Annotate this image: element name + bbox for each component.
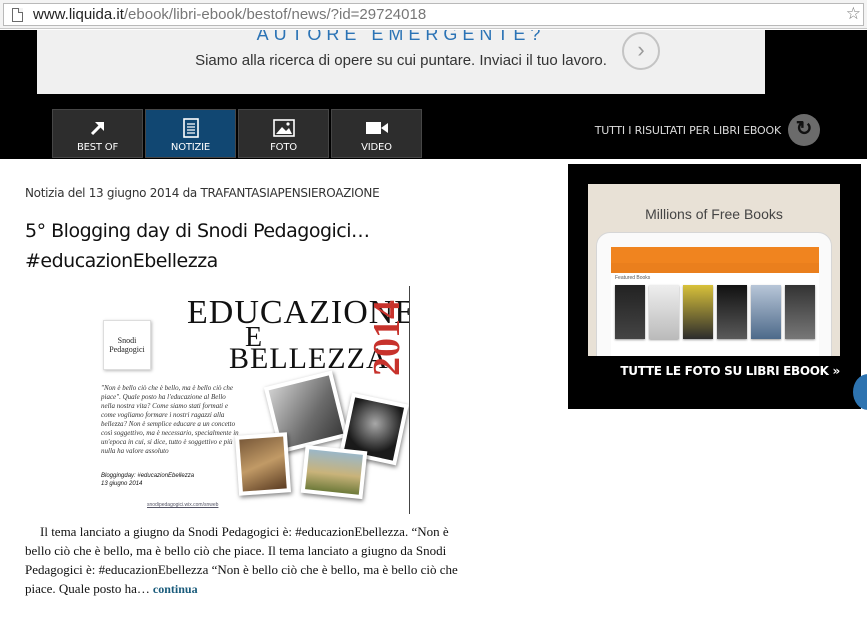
tablet-screen: Featured Books bbox=[611, 247, 819, 356]
article-title[interactable]: 5° Blogging day di Snodi Pedagogici… #ed… bbox=[25, 216, 545, 276]
article-meta: Notizia del 13 giugno 2014 da TRAFANTASI… bbox=[25, 186, 380, 200]
excerpt-text: Il tema lanciato a giugno da Snodi Pedag… bbox=[25, 524, 458, 596]
app-toolbar bbox=[611, 247, 819, 263]
url-host: www.liquida.it bbox=[33, 6, 124, 23]
tab-label: FOTO bbox=[270, 142, 297, 153]
photo-caption: Millions of Free Books bbox=[645, 206, 783, 222]
book-cover bbox=[649, 285, 679, 339]
image-site: snodipedagogici.wix.com/snweb bbox=[147, 502, 219, 508]
article-image[interactable]: EDUCAZIONE E BELLEZZA 2014 Snodi Pedagog… bbox=[97, 286, 410, 514]
url-field[interactable]: www.liquida.it/ebook/libri-ebook/bestof/… bbox=[3, 3, 864, 26]
bookmark-star-icon[interactable]: ☆ bbox=[846, 4, 861, 24]
photo-painting bbox=[234, 432, 292, 496]
page-icon bbox=[12, 8, 23, 22]
app-search-bar bbox=[611, 263, 819, 273]
tab-label: VIDEO bbox=[361, 142, 392, 153]
screen-label: Featured Books bbox=[615, 275, 651, 281]
image-year: 2014 bbox=[366, 300, 408, 376]
tablet-illustration: Featured Books bbox=[596, 232, 832, 356]
image-date: 13 giugno 2014 bbox=[101, 481, 143, 487]
book-cover bbox=[615, 285, 645, 339]
logo-text: Snodi Pedagogici bbox=[109, 336, 145, 354]
video-camera-icon bbox=[332, 118, 421, 138]
url-path: /ebook/libri-ebook/bestof/news/?id=29724… bbox=[123, 6, 427, 23]
tab-best-of[interactable]: BEST OF bbox=[52, 109, 143, 158]
book-cover bbox=[785, 285, 815, 339]
book-cover bbox=[751, 285, 781, 339]
tab-video[interactable]: VIDEO bbox=[331, 109, 422, 158]
photo-box-image[interactable]: Millions of Free Books Featured Books bbox=[588, 184, 840, 356]
tab-label: NOTIZIE bbox=[170, 142, 211, 153]
all-results-arrow-icon[interactable]: ↻ bbox=[788, 114, 820, 146]
url-text: www.liquida.it/ebook/libri-ebook/bestof/… bbox=[33, 6, 426, 24]
ad-banner[interactable]: AUTORE EMERGENTE? Siamo alla ricerca di … bbox=[37, 30, 765, 94]
image-quote: "Non è bello ciò che è bello, ma è bello… bbox=[101, 384, 239, 455]
book-cover bbox=[717, 285, 747, 339]
image-hashtag: Bloggingday: #educazionEbellezza bbox=[101, 473, 195, 479]
photo-box: Millions of Free Books Featured Books TU… bbox=[568, 164, 861, 409]
tab-notizie[interactable]: NOTIZIE bbox=[145, 109, 236, 158]
all-results-link[interactable]: TUTTI I RISULTATI PER LIBRI EBOOK bbox=[595, 124, 781, 137]
article-excerpt: Il tema lanciato a giugno da Snodi Pedag… bbox=[25, 522, 475, 599]
photo-landscape bbox=[300, 444, 368, 500]
arrow-up-right-icon bbox=[53, 118, 142, 138]
tab-label: BEST OF bbox=[76, 142, 119, 153]
continue-link[interactable]: continua bbox=[153, 582, 198, 596]
tab-foto[interactable]: FOTO bbox=[238, 109, 329, 158]
snodi-logo: Snodi Pedagogici bbox=[103, 320, 151, 370]
browser-address-bar: www.liquida.it/ebook/libri-ebook/bestof/… bbox=[0, 0, 867, 29]
document-icon bbox=[146, 118, 235, 138]
all-photos-link[interactable]: TUTTE LE FOTO SU LIBRI EBOOK » bbox=[620, 364, 840, 378]
image-icon bbox=[239, 118, 328, 138]
banner-arrow-icon[interactable]: › bbox=[622, 32, 660, 70]
book-cover bbox=[683, 285, 713, 339]
